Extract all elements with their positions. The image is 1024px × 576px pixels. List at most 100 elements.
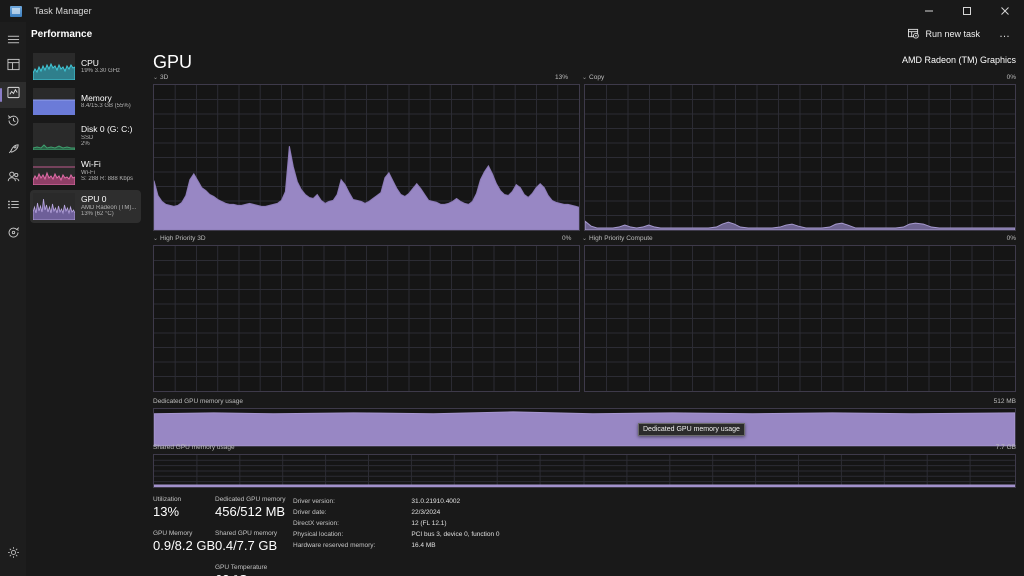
app-history-icon [7, 114, 20, 132]
resource-list: CPU 19% 3.30 GHz Memory 8.4/15.3 GB (55%… [26, 46, 145, 576]
more-options-button[interactable]: … [990, 26, 1020, 42]
stat-label: Dedicated GPU memory [215, 496, 286, 503]
chevron-icon: ⌄ [582, 75, 588, 81]
run-new-task-button[interactable]: Run new task [900, 25, 988, 44]
gpu-device-name: AMD Radeon (TM) Graphics [901, 55, 1016, 65]
navigation-rail [0, 22, 26, 576]
processes-icon [6, 58, 20, 76]
gpu-mini-graph [33, 193, 75, 220]
stat-shared-gpu-memory: Shared GPU memory 0.4/7.7 GB [215, 530, 277, 553]
graph-label-copy: ⌄ Copy [582, 74, 605, 81]
run-new-task-icon [908, 28, 920, 41]
dedicated-memory-max: 512 MB [993, 398, 1016, 405]
graph-max-3d: 13% [555, 74, 569, 81]
stat-label: GPU Temperature [215, 564, 268, 571]
chevron-icon: ⌄ [153, 75, 159, 81]
graph-high-priority-3d[interactable] [153, 245, 580, 392]
graph-3d[interactable] [153, 84, 580, 231]
stat-dedicated-gpu-memory: Dedicated GPU memory 456/512 MB [215, 496, 285, 519]
settings-button[interactable] [0, 542, 26, 568]
chevron-icon: ⌄ [153, 236, 159, 242]
maximize-button[interactable] [948, 0, 986, 22]
stat-value: 456/512 MB [215, 504, 286, 519]
resource-detail-2: 2% [81, 141, 90, 148]
chevron-icon: ⌄ [582, 236, 588, 242]
resource-item-cpu[interactable]: CPU 19% 3.30 GHz [30, 50, 141, 83]
resource-item-gpu[interactable]: GPU 0 AMD Radeon (TM)... 13% (62 °C) [30, 190, 141, 223]
resource-name: CPU [81, 57, 99, 68]
stat-value: 62 °C [215, 572, 267, 576]
sidebar-item-app-history[interactable] [0, 110, 26, 136]
minimize-button[interactable] [910, 0, 948, 22]
hamburger-menu-icon[interactable] [0, 26, 26, 52]
stat-label: GPU Memory [153, 530, 193, 537]
wifi-mini-graph [33, 158, 75, 185]
gpu-detail-panel: GPU AMD Radeon (TM) Graphics ⌄ 3D 13% ⌄ Co… [145, 46, 1024, 576]
gpu-heading: GPU [153, 52, 193, 72]
shared-memory-label: Shared GPU memory usage [153, 444, 235, 451]
settings-gear-icon [7, 546, 20, 564]
page-title: Performance [31, 28, 93, 40]
info-row: Driver date: 22/3/2024 [293, 509, 500, 520]
info-key: Hardware reserved memory: [293, 542, 376, 549]
disk-mini-graph [33, 123, 75, 150]
performance-icon [6, 86, 20, 104]
graph-high-priority-compute[interactable] [584, 245, 1016, 392]
graph-label-3d: ⌄ 3D [153, 74, 169, 81]
users-icon [7, 170, 20, 188]
info-value: 22/3/2024 [411, 509, 441, 516]
graph-tooltip: Dedicated GPU memory usage [638, 423, 745, 436]
stat-utilization: Utilization 13% [153, 496, 181, 519]
resource-name: Wi-Fi [81, 159, 101, 170]
info-value: 12 (FL 12.1) [411, 520, 447, 527]
stat-gpu-temperature: GPU Temperature 62 °C [215, 564, 267, 576]
resource-item-memory[interactable]: Memory 8.4/15.3 GB (55%) [30, 85, 141, 118]
run-new-task-label: Run new task [925, 29, 980, 39]
info-value: PCI bus 3, device 0, function 0 [411, 531, 500, 538]
resource-detail-2: 13% (62 °C) [81, 211, 114, 218]
sidebar-item-processes[interactable] [0, 54, 26, 80]
resource-name: Disk 0 (G: C:) [81, 124, 133, 135]
info-row: DirectX version: 12 (FL 12.1) [293, 520, 500, 531]
info-key: Physical location: [293, 531, 344, 538]
title-bar: Task Manager [0, 0, 1024, 22]
memory-mini-graph [33, 88, 75, 115]
info-row: Hardware reserved memory: 16.4 MB [293, 542, 500, 553]
command-bar: Performance Run new task … [0, 22, 1024, 46]
close-button[interactable] [986, 0, 1024, 22]
window-title: Task Manager [34, 6, 92, 16]
stat-value: 0.9/8.2 GB [153, 538, 216, 553]
stat-label: Shared GPU memory [215, 530, 278, 537]
details-icon [7, 198, 20, 216]
graph-max-copy: 0% [1006, 74, 1016, 81]
info-row: Physical location: PCI bus 3, device 0, … [293, 531, 500, 542]
resource-item-disk[interactable]: Disk 0 (G: C:) SSD 2% [30, 120, 141, 153]
graph-label-high-priority-3d: ⌄ High Priority 3D [153, 235, 206, 242]
sidebar-item-services[interactable] [0, 222, 26, 248]
sidebar-item-users[interactable] [0, 166, 26, 192]
info-key: Driver version: [293, 498, 335, 505]
graph-copy[interactable] [584, 84, 1016, 231]
graph-label-high-priority-compute: ⌄ High Priority Compute [582, 235, 653, 242]
task-manager-icon [10, 5, 22, 17]
services-icon [7, 226, 20, 244]
dedicated-gpu-memory-usage-graph[interactable] [153, 408, 1016, 447]
info-row: Driver version: 31.0.21910.4002 [293, 498, 500, 509]
stat-gpu-memory: GPU Memory 0.9/8.2 GB [153, 530, 215, 553]
info-value: 31.0.21910.4002 [411, 498, 461, 505]
task-manager-window: Task Manager Performance Run new task … … [0, 0, 1024, 576]
info-key: DirectX version: [293, 520, 339, 527]
resource-item-wifi[interactable]: Wi-Fi Wi-Fi S: 288 R: 888 Kbps [30, 155, 141, 188]
stat-label: Utilization [153, 496, 182, 503]
sidebar-item-startup-apps[interactable] [0, 138, 26, 164]
gpu-stats: Utilization 13% GPU Memory 0.9/8.2 GB De… [145, 492, 1024, 576]
sidebar-item-performance[interactable] [0, 82, 26, 108]
startup-apps-icon [7, 142, 20, 160]
stat-value: 13% [153, 504, 180, 519]
info-value: 16.4 MB [411, 542, 436, 549]
shared-gpu-memory-usage-graph[interactable] [153, 454, 1016, 488]
resource-detail: 8.4/15.3 GB (55%) [81, 102, 131, 109]
resource-detail: 19% 3.30 GHz [81, 67, 121, 74]
shared-memory-max: 7.7 GB [995, 444, 1016, 451]
sidebar-item-details[interactable] [0, 194, 26, 220]
